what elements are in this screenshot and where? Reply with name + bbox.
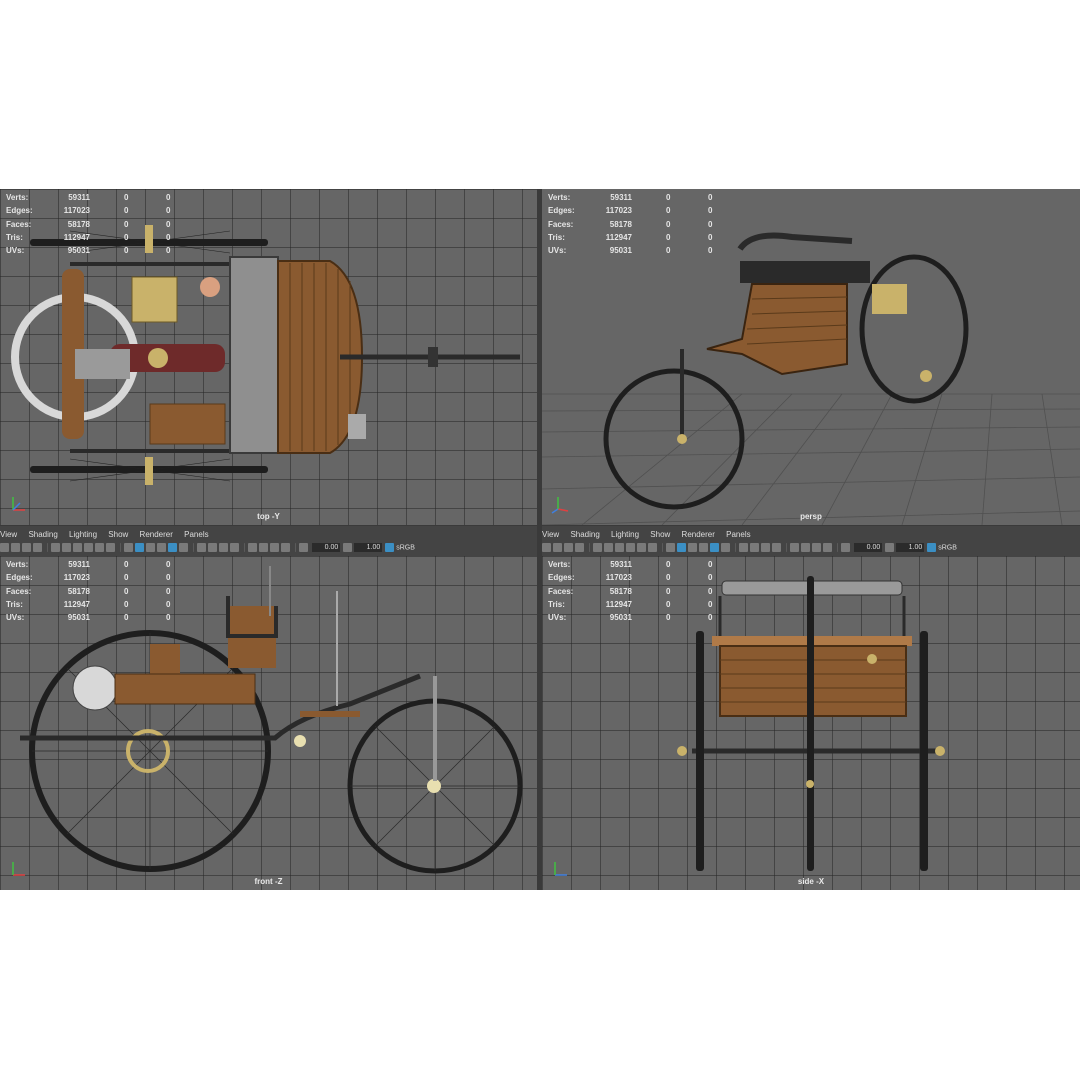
gate-mask-icon[interactable] bbox=[84, 543, 93, 553]
viewport-side[interactable]: Verts: 59311 0 0 Edges: 117023 0 0 Faces: 58178 0 0… bbox=[542, 556, 1080, 890]
color-management-icon[interactable] bbox=[927, 543, 937, 553]
image-plane-icon[interactable] bbox=[33, 543, 42, 553]
persp-ground-grid bbox=[542, 232, 1080, 525]
use-lights-icon[interactable] bbox=[168, 543, 177, 553]
motion-blur-icon[interactable] bbox=[761, 543, 770, 553]
xray-icon[interactable] bbox=[801, 543, 810, 553]
menu-show[interactable]: Show bbox=[108, 530, 128, 539]
camera-icon[interactable] bbox=[542, 543, 551, 553]
panel-menubar-left: View Shading Lighting Show Renderer Pane… bbox=[0, 526, 537, 556]
grid-icon[interactable] bbox=[51, 543, 60, 553]
shaded-icon[interactable] bbox=[677, 543, 686, 553]
wireframe-icon[interactable] bbox=[666, 543, 675, 553]
viewport-persp[interactable]: Verts: 59311 0 0 Edges: 117023 0 0 Faces: 58178 0 0… bbox=[542, 189, 1080, 525]
xray-joints-icon[interactable] bbox=[270, 543, 279, 553]
menu-view[interactable]: View bbox=[0, 530, 17, 539]
image-plane-icon[interactable] bbox=[575, 543, 584, 553]
menu-show[interactable]: Show bbox=[650, 530, 670, 539]
xray-joints-icon[interactable] bbox=[812, 543, 821, 553]
safe-action-icon[interactable] bbox=[106, 543, 115, 553]
gate-mask-icon[interactable] bbox=[626, 543, 635, 553]
carriage-front-view bbox=[20, 566, 523, 874]
safe-action-icon[interactable] bbox=[648, 543, 657, 553]
panel-toolbar: 0.00 1.00 sRGB bbox=[542, 543, 1080, 555]
menu-view[interactable]: View bbox=[542, 530, 559, 539]
wire-on-shaded-icon[interactable] bbox=[146, 543, 155, 553]
light-icon[interactable] bbox=[721, 543, 730, 553]
ambient-occlusion-icon[interactable] bbox=[208, 543, 217, 553]
exposure-icon[interactable] bbox=[841, 543, 850, 553]
menu-shading[interactable]: Shading bbox=[570, 530, 599, 539]
viewport-layout: Verts: 59311 0 0 Edges: 117023 0 0 Faces: 58178 0 0… bbox=[0, 189, 1080, 890]
film-gate-icon[interactable] bbox=[62, 543, 71, 553]
viewport-label-side: side -X bbox=[797, 877, 825, 886]
film-gate-icon[interactable] bbox=[604, 543, 613, 553]
panel-menubar-right: View Shading Lighting Show Renderer Pane… bbox=[542, 526, 1080, 556]
menu-lighting[interactable]: Lighting bbox=[611, 530, 639, 539]
exposure-icon[interactable] bbox=[299, 543, 308, 553]
camera-icon[interactable] bbox=[0, 543, 9, 553]
menu-panels[interactable]: Panels bbox=[726, 530, 750, 539]
color-management-icon[interactable] bbox=[385, 543, 395, 553]
menu-renderer[interactable]: Renderer bbox=[682, 530, 715, 539]
wire-on-shaded-icon[interactable] bbox=[688, 543, 697, 553]
ambient-occlusion-icon[interactable] bbox=[750, 543, 759, 553]
viewport-label-top: top -Y bbox=[257, 512, 280, 521]
exposure-field[interactable]: 0.00 bbox=[854, 543, 883, 553]
viewport-label-persp: persp bbox=[800, 512, 822, 521]
viewport-top[interactable]: Verts: 59311 0 0 Edges: 117023 0 0 Faces: 58178 0 0… bbox=[0, 189, 537, 525]
shadow-icon[interactable] bbox=[197, 543, 206, 553]
carriage-side-view bbox=[677, 576, 945, 871]
menu-renderer[interactable]: Renderer bbox=[140, 530, 173, 539]
texture-icon[interactable] bbox=[157, 543, 166, 553]
light-icon[interactable] bbox=[179, 543, 188, 553]
grid-icon[interactable] bbox=[593, 543, 602, 553]
gamma-field[interactable]: 1.00 bbox=[354, 543, 383, 553]
shaded-icon[interactable] bbox=[135, 543, 144, 553]
panel-toolbar: 0.00 1.00 sRGB bbox=[0, 543, 537, 555]
camera-attr-icon[interactable] bbox=[553, 543, 562, 553]
exposure-field[interactable]: 0.00 bbox=[312, 543, 341, 553]
resolution-gate-icon[interactable] bbox=[73, 543, 82, 553]
menu-panels[interactable]: Panels bbox=[184, 530, 208, 539]
backface-icon[interactable] bbox=[823, 543, 832, 553]
colorspace-label[interactable]: sRGB bbox=[396, 544, 415, 551]
gamma-icon[interactable] bbox=[885, 543, 895, 553]
camera-attr-icon[interactable] bbox=[11, 543, 20, 553]
bookmark-icon[interactable] bbox=[22, 543, 31, 553]
antialias-icon[interactable] bbox=[772, 543, 781, 553]
motion-blur-icon[interactable] bbox=[219, 543, 228, 553]
isolate-icon[interactable] bbox=[248, 543, 257, 553]
isolate-icon[interactable] bbox=[790, 543, 799, 553]
antialias-icon[interactable] bbox=[230, 543, 239, 553]
carriage-top-view bbox=[11, 225, 520, 485]
viewport-front[interactable]: Verts: 59311 0 0 Edges: 117023 0 0 Faces: 58178 0 0… bbox=[0, 556, 537, 890]
field-chart-icon[interactable] bbox=[95, 543, 104, 553]
viewport-label-front: front -Z bbox=[254, 877, 283, 886]
resolution-gate-icon[interactable] bbox=[615, 543, 624, 553]
use-lights-icon[interactable] bbox=[710, 543, 719, 553]
xray-icon[interactable] bbox=[259, 543, 268, 553]
wireframe-icon[interactable] bbox=[124, 543, 133, 553]
texture-icon[interactable] bbox=[699, 543, 708, 553]
backface-icon[interactable] bbox=[281, 543, 290, 553]
colorspace-label[interactable]: sRGB bbox=[938, 544, 957, 551]
menu-shading[interactable]: Shading bbox=[28, 530, 57, 539]
gamma-field[interactable]: 1.00 bbox=[896, 543, 925, 553]
shadow-icon[interactable] bbox=[739, 543, 748, 553]
menu-lighting[interactable]: Lighting bbox=[69, 530, 97, 539]
gamma-icon[interactable] bbox=[343, 543, 353, 553]
bookmark-icon[interactable] bbox=[564, 543, 573, 553]
field-chart-icon[interactable] bbox=[637, 543, 646, 553]
